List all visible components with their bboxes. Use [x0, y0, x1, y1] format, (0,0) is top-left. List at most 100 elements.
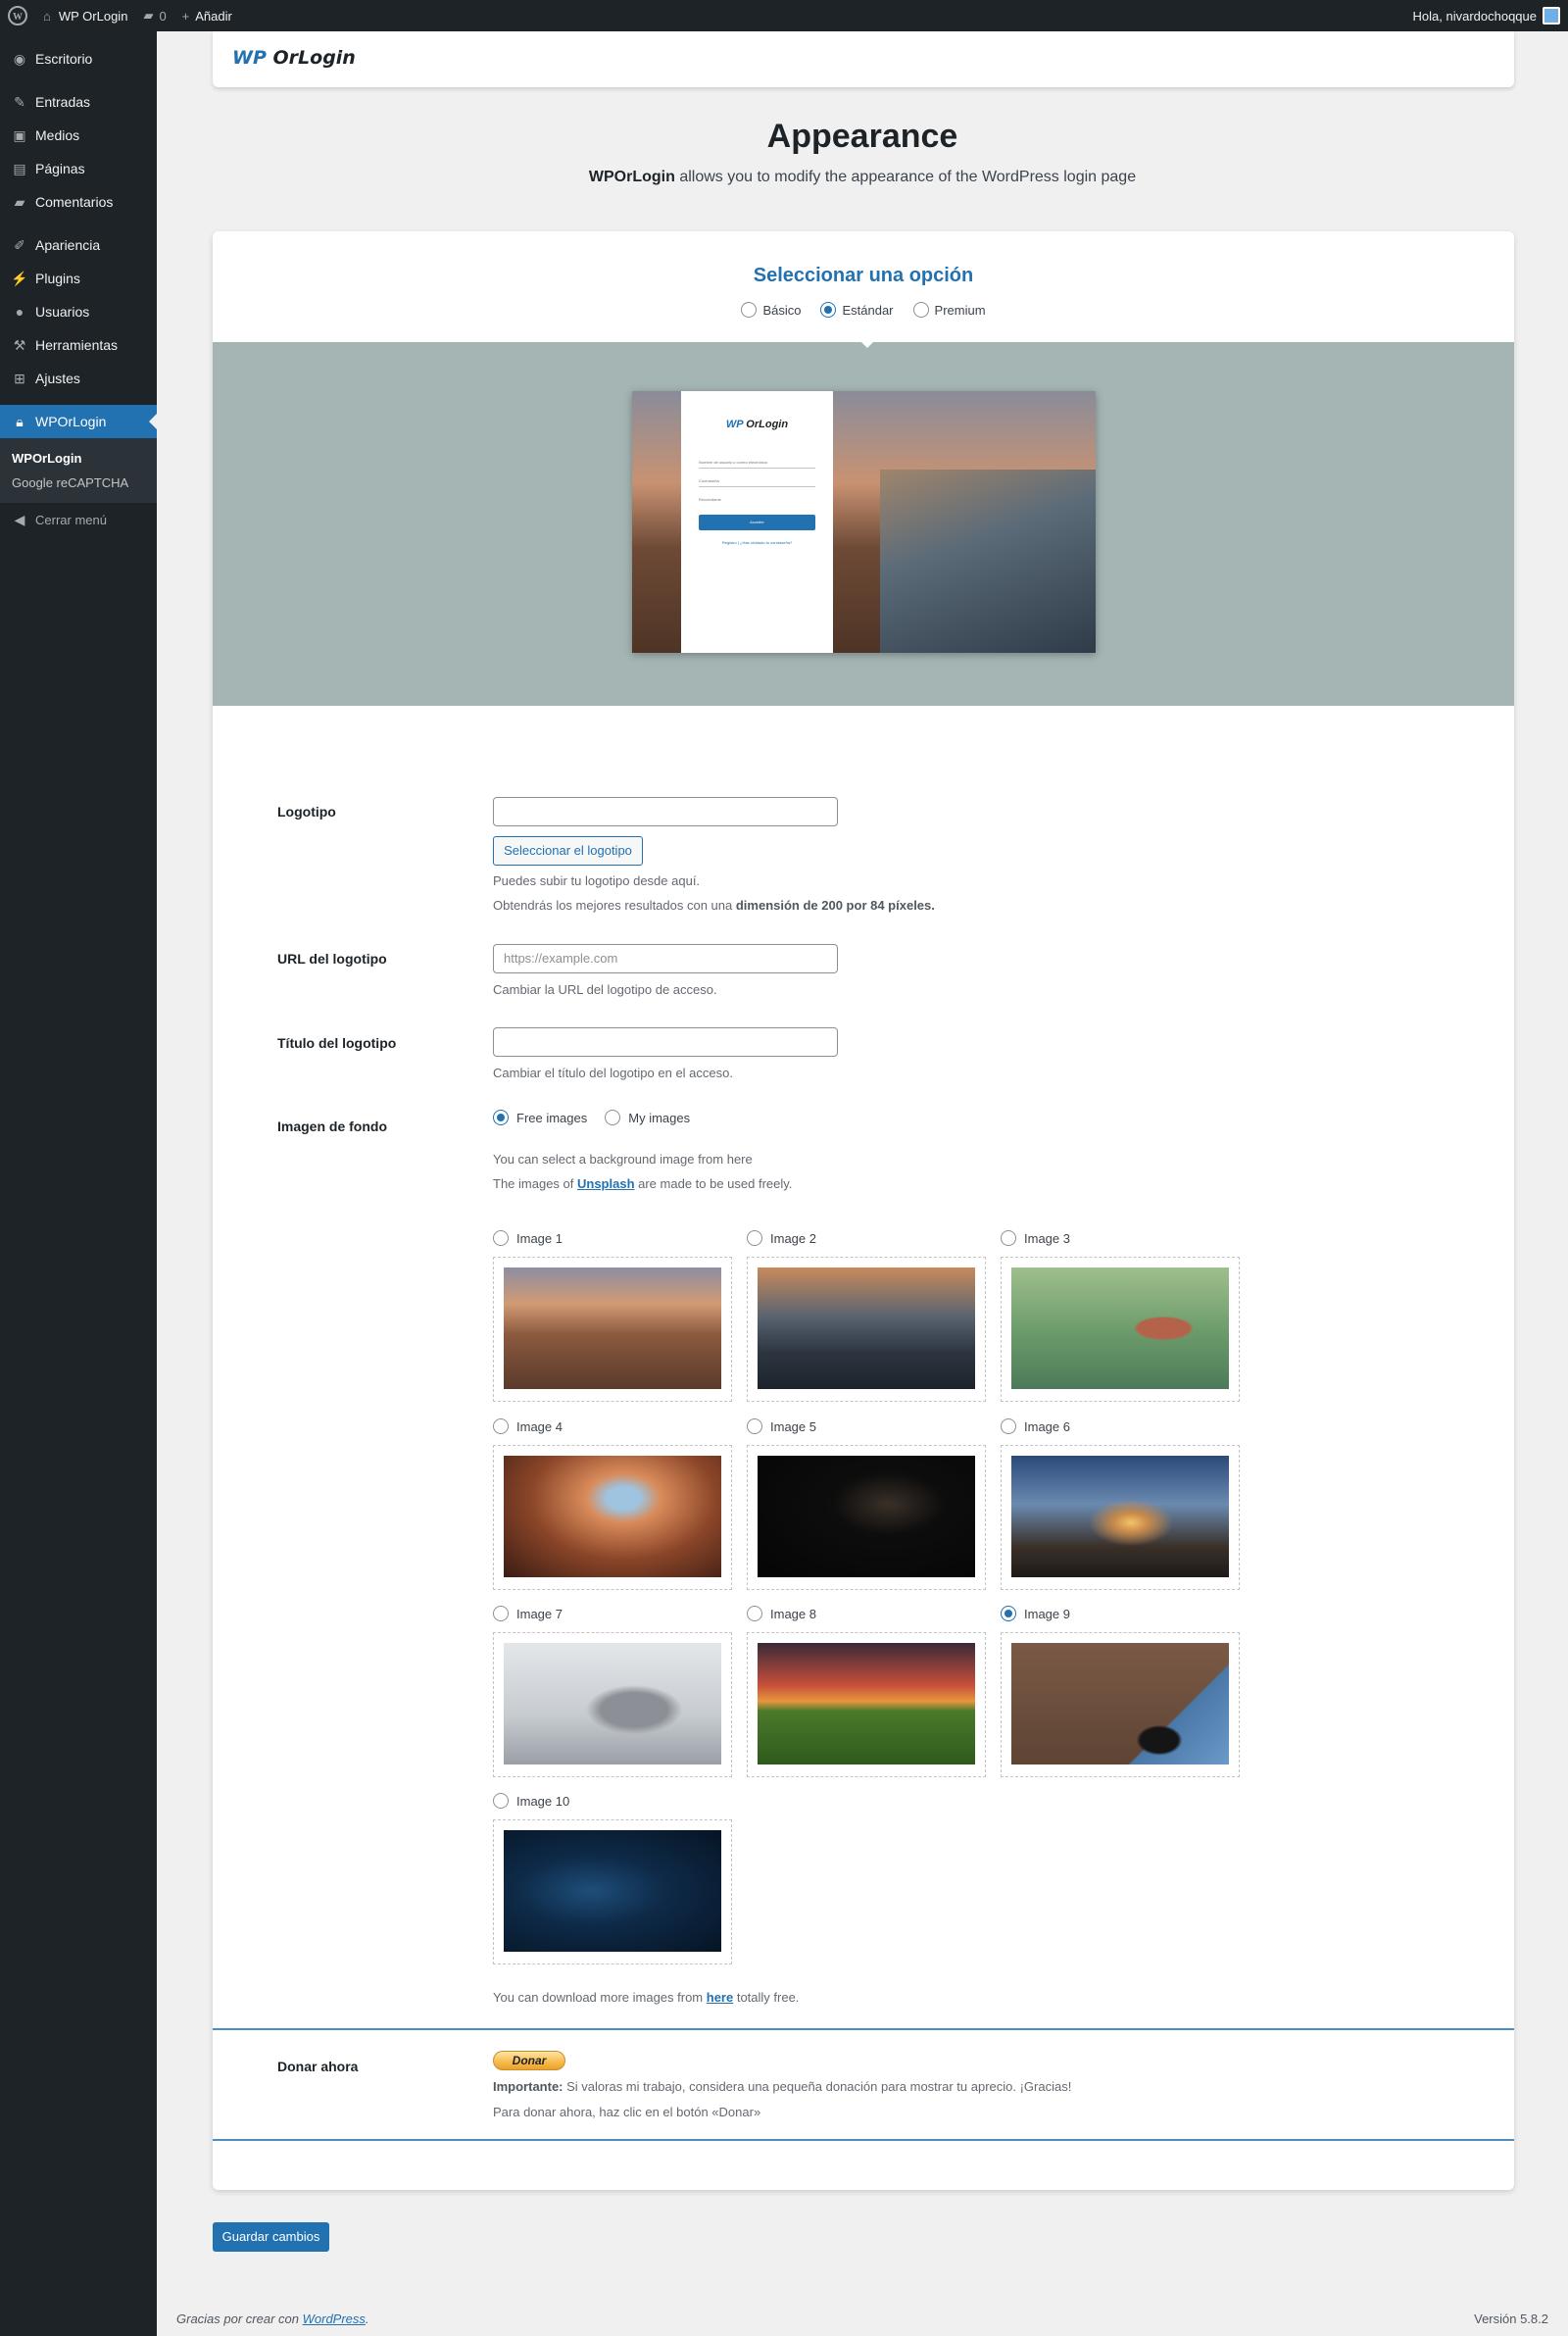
- radio-image-3[interactable]: [1001, 1230, 1016, 1246]
- home-icon: ⌂: [43, 8, 51, 24]
- option-my-images[interactable]: My images: [605, 1110, 690, 1125]
- radio-estandar[interactable]: [820, 302, 837, 318]
- sidebar-item-comentarios[interactable]: ▰ Comentarios: [0, 185, 157, 219]
- beach-sunset-thumbnail[interactable]: [504, 1267, 721, 1389]
- settings-icon: ⊞: [14, 370, 25, 386]
- wordpress-link[interactable]: WordPress: [303, 2311, 366, 2326]
- radio-basico[interactable]: [741, 302, 758, 318]
- collapse-menu-button[interactable]: ◀ Cerrar menú: [0, 503, 157, 536]
- radio-free-images[interactable]: [493, 1110, 509, 1125]
- logo-url-label: URL del logotipo: [277, 951, 387, 967]
- more-images-link[interactable]: here: [707, 1990, 733, 2005]
- user-icon: ●: [15, 304, 24, 320]
- avatar: [1543, 7, 1560, 25]
- svg-text:W: W: [13, 12, 23, 23]
- section-divider-top: [213, 2028, 1514, 2030]
- bg-image-option-2[interactable]: Image 2: [747, 1229, 986, 1402]
- section-divider-bottom: [213, 2139, 1514, 2141]
- sidebar-item-usuarios[interactable]: ● Usuarios: [0, 295, 157, 328]
- bg-image-option-8[interactable]: Image 8: [747, 1605, 986, 1777]
- radio-image-6[interactable]: [1001, 1418, 1016, 1434]
- blue-network-thumbnail[interactable]: [504, 1830, 721, 1952]
- bg-image-option-3[interactable]: Image 3: [1001, 1229, 1240, 1402]
- more-images-text: You can download more images from here t…: [493, 1990, 800, 2005]
- bg-image-option-5[interactable]: Image 5: [747, 1417, 986, 1590]
- background-label: Imagen de fondo: [277, 1118, 387, 1134]
- radio-image-4[interactable]: [493, 1418, 509, 1434]
- sidebar-item-apariencia[interactable]: ✐ Apariencia: [0, 228, 157, 262]
- laptop-thumbnail[interactable]: [504, 1643, 721, 1764]
- option-estandar[interactable]: Estándar: [820, 302, 894, 318]
- sidebar-item-plugins[interactable]: ⚡ Plugins: [0, 262, 157, 295]
- sidebar-item-medios[interactable]: ▣ Medios: [0, 119, 157, 152]
- bg-image-option-4[interactable]: Image 4: [493, 1417, 732, 1590]
- save-changes-button[interactable]: Guardar cambios: [213, 2222, 329, 2252]
- sidebar-item-paginas[interactable]: ▤ Páginas: [0, 152, 157, 185]
- radio-image-2[interactable]: [747, 1230, 762, 1246]
- radio-premium[interactable]: [912, 302, 929, 318]
- logo-url-input[interactable]: https://example.com: [493, 944, 838, 973]
- background-source-options: Free images My images: [493, 1110, 690, 1125]
- pin-icon: ✎: [14, 93, 25, 110]
- preview-login-panel: WP OrLogin Nombre de usuario o correo el…: [681, 391, 833, 653]
- comment-icon: ▰: [14, 193, 25, 210]
- bg-image-option-10[interactable]: Image 10: [493, 1792, 732, 1964]
- radio-image-9[interactable]: [1001, 1606, 1016, 1621]
- new-content-link[interactable]: + Añadir: [174, 0, 240, 31]
- woman-by-lake-thumbnail[interactable]: [1011, 1267, 1229, 1389]
- donate-button[interactable]: Donar: [493, 2051, 565, 2070]
- field-sunset-thumbnail[interactable]: [758, 1643, 975, 1764]
- option-free-images[interactable]: Free images: [493, 1110, 587, 1125]
- logo-title-input[interactable]: [493, 1027, 838, 1057]
- sidebar-item-escritorio[interactable]: ◉ Escritorio: [0, 42, 157, 75]
- collapse-arrow-icon: ◀: [14, 511, 25, 527]
- radio-image-5[interactable]: [747, 1418, 762, 1434]
- bg-image-option-7[interactable]: Image 7: [493, 1605, 732, 1777]
- option-premium[interactable]: Premium: [912, 302, 986, 318]
- mountain-sunrise-thumbnail[interactable]: [1011, 1456, 1229, 1577]
- brand-logo: WP OrLogin: [232, 47, 356, 69]
- select-logo-button[interactable]: Seleccionar el logotipo: [493, 836, 643, 866]
- sidebar-item-entradas[interactable]: ✎ Entradas: [0, 85, 157, 119]
- radio-image-10[interactable]: [493, 1793, 509, 1809]
- site-name-link[interactable]: ⌂ WP OrLogin: [35, 0, 135, 31]
- dark-room-thumbnail[interactable]: [758, 1456, 975, 1577]
- donate-instruction: Para donar ahora, haz clic en el botón «…: [493, 2105, 761, 2119]
- page-subtitle: WPOrLogin allows you to modify the appea…: [588, 169, 1137, 185]
- donate-label: Donar ahora: [277, 2059, 359, 2074]
- desk-workspace-thumbnail[interactable]: [1011, 1643, 1229, 1764]
- plan-options: Básico Estándar Premium: [213, 302, 1514, 318]
- page-title: Appearance: [766, 118, 958, 155]
- footer-version: Versión 5.8.2: [1474, 2311, 1548, 2326]
- radio-my-images[interactable]: [605, 1110, 621, 1125]
- preview-login-button: Acceder: [699, 515, 815, 530]
- radio-image-8[interactable]: [747, 1606, 762, 1621]
- submenu-item-recaptcha[interactable]: Google reCAPTCHA: [0, 471, 157, 495]
- logo-url-help: Cambiar la URL del logotipo de acceso.: [493, 982, 717, 997]
- dashboard-icon: ◉: [13, 50, 26, 67]
- user-account-link[interactable]: Hola, nivardochoqque: [1405, 0, 1568, 31]
- logo-help-1: Puedes subir tu logotipo desde aquí.: [493, 873, 701, 888]
- plugin-header-card: WP OrLogin: [213, 31, 1514, 87]
- option-basico[interactable]: Básico: [741, 302, 801, 318]
- wordpress-logo-icon[interactable]: W: [0, 0, 35, 31]
- preview-pass-field: [699, 486, 815, 487]
- sidebar-item-herramientas[interactable]: ⚒ Herramientas: [0, 328, 157, 362]
- radio-image-7[interactable]: [493, 1606, 509, 1621]
- comments-link[interactable]: ▰ 0: [135, 0, 173, 31]
- sidebar-item-ajustes[interactable]: ⊞ Ajustes: [0, 362, 157, 395]
- login-preview: WP OrLogin Nombre de usuario o correo el…: [632, 391, 1096, 653]
- preview-beach-image: [880, 470, 1096, 653]
- bg-image-option-9[interactable]: Image 9: [1001, 1605, 1240, 1777]
- submenu-item-wporlogin[interactable]: WPOrLogin: [0, 446, 157, 471]
- donate-important: Importante: Si valoras mi trabajo, consi…: [493, 2079, 1072, 2094]
- canyon-thumbnail[interactable]: [504, 1456, 721, 1577]
- bg-image-option-1[interactable]: Image 1: [493, 1229, 732, 1402]
- city-skyline-thumbnail[interactable]: [758, 1267, 975, 1389]
- logo-input[interactable]: [493, 797, 838, 826]
- bg-image-option-6[interactable]: Image 6: [1001, 1417, 1240, 1590]
- brush-icon: ✐: [14, 236, 25, 253]
- radio-image-1[interactable]: [493, 1230, 509, 1246]
- unsplash-link[interactable]: Unsplash: [577, 1176, 635, 1191]
- sidebar-item-wporlogin[interactable]: 🔒︎ WPOrLogin: [0, 405, 157, 438]
